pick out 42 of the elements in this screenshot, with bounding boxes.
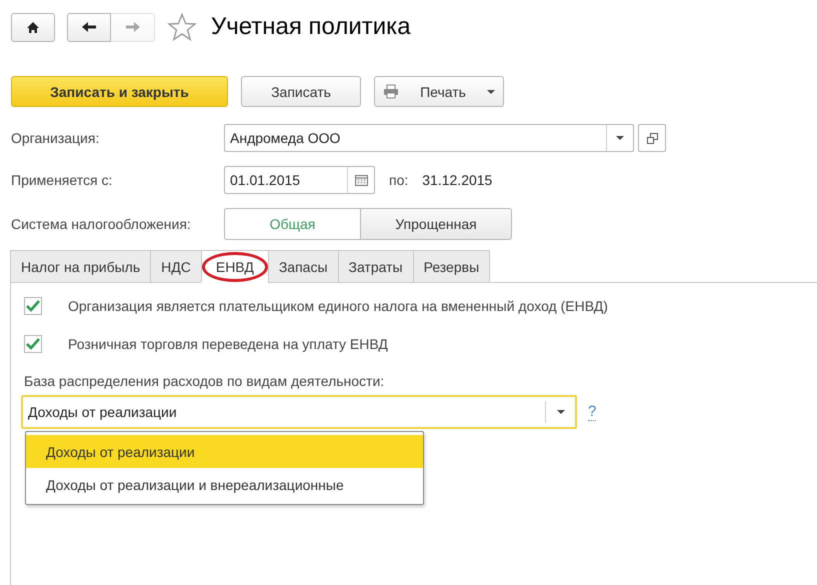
save-button[interactable]: Записать: [241, 76, 361, 107]
dropdown-option[interactable]: Доходы от реализации и внереализационные: [26, 468, 423, 501]
back-arrow-icon: [81, 21, 97, 33]
caret-icon: [556, 410, 564, 414]
tab[interactable]: Резервы: [412, 250, 490, 282]
home-button[interactable]: [11, 12, 55, 42]
open-window-icon: [646, 132, 658, 144]
field-label: Система налогообложения:: [11, 216, 192, 232]
tab[interactable]: Налог на прибыль: [10, 250, 150, 282]
help-link[interactable]: ?: [588, 404, 596, 420]
print-button[interactable]: Печать: [374, 76, 504, 107]
checkbox[interactable]: [24, 335, 42, 353]
dropdown-option[interactable]: Доходы от реализации: [26, 435, 423, 468]
field-label: Организация:: [11, 130, 100, 146]
dropdown-field[interactable]: Доходы от реализации: [21, 395, 577, 429]
field-label: по:: [389, 172, 408, 188]
field-label: Применяется с:: [11, 172, 114, 188]
printer-icon: [383, 84, 399, 99]
segment-button[interactable]: Общая: [224, 208, 361, 240]
tab[interactable]: Затраты: [338, 250, 413, 282]
checkmark-icon: [26, 338, 40, 350]
end-date-text: 31.12.2015: [422, 172, 492, 188]
checkbox-label: Организация является плательщиком единого налога на вмененный доход (ЕНВД): [68, 298, 608, 314]
date-field[interactable]: 01.01.2015: [224, 166, 375, 194]
save-and-close-button[interactable]: Записать и закрыть: [11, 76, 228, 107]
checkmark-icon: [26, 300, 40, 312]
tab[interactable]: Запасы: [268, 250, 338, 282]
caret-icon: [616, 136, 624, 140]
calendar-icon: [354, 174, 368, 186]
organization-field[interactable]: Андромеда ООО: [224, 124, 634, 152]
checkbox-label: Розничная торговля переведена на уплату ЕНВД: [68, 336, 388, 352]
home-icon: [26, 20, 40, 34]
checkbox[interactable]: [24, 297, 42, 315]
window-title: Учетная политика: [211, 13, 411, 41]
star-icon[interactable]: [167, 13, 197, 41]
segment-button[interactable]: Упрощенная: [361, 208, 512, 240]
caret-icon: [487, 90, 495, 94]
forward-arrow-icon: [124, 21, 140, 33]
back-button[interactable]: [67, 12, 111, 42]
field-label: База распределения расходов по видам деятельности:: [24, 373, 386, 389]
tab[interactable]: НДС: [150, 250, 201, 282]
open-button[interactable]: [638, 124, 666, 152]
